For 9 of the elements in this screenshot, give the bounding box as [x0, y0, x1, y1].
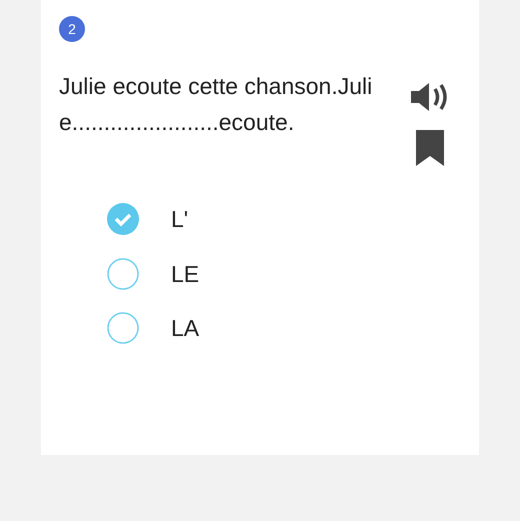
radio-unchecked[interactable]	[107, 258, 139, 290]
option-label[interactable]: L'	[171, 202, 188, 236]
question-number: 2	[59, 16, 85, 42]
radio-checked[interactable]	[107, 203, 139, 236]
option-label[interactable]: LE	[171, 256, 200, 291]
question-text: Julie ecoute cette chanson.Julie.......................ecoute.	[59, 72, 374, 137]
option-label[interactable]: LA	[171, 311, 200, 346]
radio-unchecked[interactable]	[107, 312, 139, 344]
bookmark-icon[interactable]	[416, 130, 444, 166]
